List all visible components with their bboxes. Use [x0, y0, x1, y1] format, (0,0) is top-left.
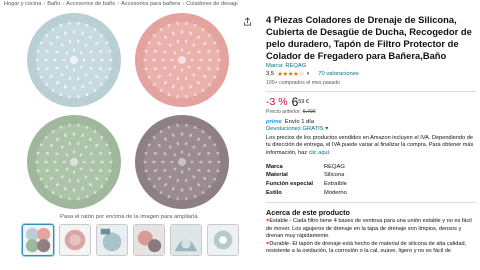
drain-cover-gray: [135, 115, 229, 209]
previous-price-label: Precio anterior:: [266, 109, 302, 115]
spec-row: Función especial Extraíble: [266, 180, 406, 189]
spec-row: Material Silicona: [266, 171, 406, 180]
thumbnail-1[interactable]: [22, 224, 54, 256]
breadcrumb: Hogar y cocina › Baño › Accesorios de baño…: [4, 1, 238, 11]
star-rating-icon[interactable]: ★★★★☆: [277, 70, 304, 78]
delivery-text: Envío 1 día: [284, 119, 315, 125]
about-heading: Acerca de este producto: [266, 208, 350, 218]
breadcrumb-item[interactable]: Baño: [47, 1, 60, 11]
ratings-count-link[interactable]: 70 valoraciones: [318, 71, 359, 77]
free-returns-link[interactable]: Devoluciones GRATIS ▾: [266, 126, 476, 132]
price: 659 €: [292, 96, 309, 108]
about-bullet: ♥Durable- El tapón de drenaje está hecho…: [266, 241, 476, 255]
returns-label[interactable]: Devoluciones GRATIS: [266, 126, 324, 132]
spec-table: Marca REQAG Material Silicona Función espe…: [266, 162, 406, 197]
about-bullet-text: Estable - Cada filtro tiene 4 bases de v…: [266, 218, 472, 239]
drain-cover-pink: [135, 13, 229, 107]
spec-key: Función especial: [266, 181, 314, 188]
main-product-image[interactable]: [16, 12, 242, 212]
rating-row: 3,5 ★★★★☆ ▾ 70 valoraciones: [266, 70, 476, 78]
price-row: -3 % 659 €: [266, 96, 476, 108]
vat-info: Los precios de los productos vendidos en…: [266, 135, 476, 157]
spec-value: Extraíble: [324, 181, 347, 188]
spec-value: Silicona: [324, 172, 345, 179]
share-icon[interactable]: [243, 17, 252, 26]
chevron-down-icon[interactable]: ▾: [325, 126, 328, 132]
brand-link[interactable]: Marca: REQAG: [266, 63, 476, 69]
prime-row: prime Envío 1 día: [266, 119, 476, 125]
previous-price: Precio anterior: 6,79€: [266, 109, 476, 115]
zoom-hint: Pasa el ratón por encima de la imagen pa…: [60, 214, 198, 220]
spec-row: Estilo Moderno: [266, 189, 406, 198]
vat-info-link[interactable]: clic aquí.: [309, 150, 331, 156]
breadcrumb-item[interactable]: Accesorios de baño: [66, 1, 115, 11]
rating-value: 3,5: [266, 71, 275, 77]
price-fraction: 59 €: [298, 99, 309, 105]
spec-key: Material: [266, 172, 288, 179]
previous-price-value: 6,79€: [302, 109, 316, 115]
bought-last-month: 100+ comprados el mes pasado: [266, 80, 340, 86]
spec-key: Marca: [266, 163, 283, 170]
thumbnail-strip: [22, 224, 239, 256]
divider: [266, 202, 476, 204]
divider: [266, 91, 476, 92]
thumbnail-2[interactable]: [59, 224, 91, 256]
breadcrumb-item[interactable]: Accesorios para bañera: [121, 1, 180, 11]
thumbnail-3[interactable]: [96, 224, 128, 256]
prime-logo-icon: prime: [266, 119, 282, 125]
breadcrumb-item[interactable]: Coladores de desagüe: [186, 1, 238, 11]
breadcrumb-item[interactable]: Hogar y cocina: [4, 1, 41, 11]
thumbnail-4[interactable]: [133, 224, 165, 256]
chevron-down-icon[interactable]: ▾: [307, 71, 310, 77]
about-bullet-text: Durable- El tapón de drenaje está hecho …: [266, 240, 467, 255]
thumbnail-6[interactable]: [207, 224, 239, 256]
drain-cover-blue: [27, 13, 121, 107]
product-details: 4 Piezas Coladores de Drenaje de Silicon…: [266, 14, 476, 255]
drain-cover-green: [27, 115, 121, 209]
spec-value: REQAG: [324, 163, 345, 170]
discount-percent: -3 %: [266, 96, 288, 108]
about-bullet: ♥Estable - Cada filtro tiene 4 bases de …: [266, 218, 476, 240]
vat-info-text: Los precios de los productos vendidos en…: [266, 135, 474, 156]
product-title: 4 Piezas Coladores de Drenaje de Silicon…: [266, 14, 472, 61]
spec-row: Marca REQAG: [266, 162, 406, 171]
thumbnail-5[interactable]: [170, 224, 202, 256]
spec-key: Estilo: [266, 189, 282, 196]
spec-value: Moderno: [324, 189, 347, 196]
